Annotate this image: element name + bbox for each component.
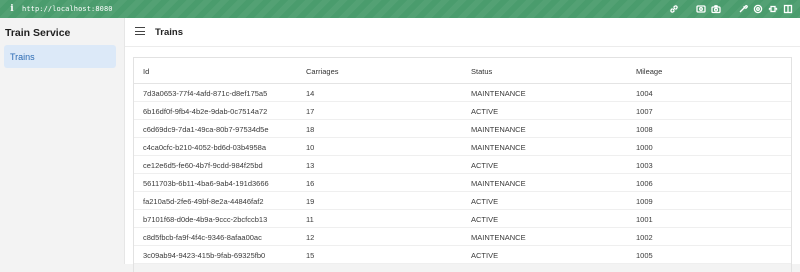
cell-carriages: 10 [306, 143, 315, 152]
cell-id: b7101f68-d0de-4b9a-9ccc-2bcfccb13 [143, 215, 268, 224]
cell-carriages: 12 [306, 233, 315, 242]
browser-toolbar: i http://localhost:8080 [0, 0, 800, 18]
table-row[interactable]: b7101f68-d0de-4b9a-9ccc-2bcfccb13 11 ACTIV… [134, 210, 791, 228]
screenshot-icon[interactable] [695, 3, 707, 15]
cell-id: 5611703b-6b11-4ba6-9ab4-191d3666 [143, 179, 269, 188]
cell-id: c8d5fbcb-fa9f-4f4c-9346-8afaa00ac [143, 233, 262, 242]
cell-id: ce12e6d5-fe60-4b7f-9cdd-984f25bd [143, 161, 263, 170]
cell-status: ACTIVE [471, 251, 499, 260]
sidebar-icon[interactable] [782, 3, 794, 15]
cell-status: MAINTENANCE [471, 125, 526, 134]
cell-status: ACTIVE [471, 197, 499, 206]
cell-carriages: 19 [306, 197, 315, 206]
cell-carriages: 16 [306, 179, 315, 188]
eye-dropper-icon[interactable] [737, 3, 749, 15]
cell-status: MAINTENANCE [471, 233, 526, 242]
table-row[interactable]: c4ca0cfc-b210-4052-bd6d-03b4958a 10 MAINTE… [134, 138, 791, 156]
table-row[interactable]: 7d3a0653-77f4-4afd-871c-d8ef175a5 14 MAINT… [134, 84, 791, 102]
cell-status: MAINTENANCE [471, 143, 526, 152]
main-content: Trains Id Carriages Status Mileage 7d3a0… [125, 18, 800, 272]
cell-carriages: 13 [306, 161, 315, 170]
cell-id: 3c09ab94-9423-415b-9fab-69325fb0 [143, 251, 266, 260]
app-title: Train Service [5, 27, 71, 39]
table-row[interactable]: ce12e6d5-fe60-4b7f-9cdd-984f25bd 13 ACTIVE… [134, 156, 791, 174]
menu-icon[interactable] [135, 27, 145, 37]
gear-icon[interactable] [752, 3, 764, 15]
column-header-carriages[interactable]: Carriages [306, 67, 339, 76]
column-header-mileage[interactable]: Mileage [636, 67, 662, 76]
cell-mileage: 1007 [636, 107, 653, 116]
cell-id: c6d69dc9-7da1-49ca-80b7-97534d5e [143, 125, 269, 134]
grid-header: Id Carriages Status Mileage [134, 58, 791, 84]
cell-id: fa210a5d-2fe6-49bf-8e2a-44846faf2 [143, 197, 264, 206]
column-header-id[interactable]: Id [143, 67, 293, 76]
cell-status: ACTIVE [471, 107, 499, 116]
cell-mileage: 1009 [636, 197, 653, 206]
table-row[interactable]: fa210a5d-2fe6-49bf-8e2a-44846faf2 19 ACTIV… [134, 192, 791, 210]
column-header-status[interactable]: Status [471, 67, 492, 76]
camera-icon[interactable] [710, 3, 722, 15]
table-row[interactable]: 3c09ab94-9423-415b-9fab-69325fb0 15 ACTIVE… [134, 246, 791, 264]
cell-mileage: 1003 [636, 161, 653, 170]
sidebar: Train Service Trains [0, 18, 125, 264]
cell-mileage: 1002 [636, 233, 653, 242]
cell-mileage: 1006 [636, 179, 653, 188]
cell-status: MAINTENANCE [471, 89, 526, 98]
cell-status: ACTIVE [471, 161, 499, 170]
cell-carriages: 15 [306, 251, 315, 260]
sidebar-item-trains[interactable]: Trains [4, 45, 116, 68]
responsive-icon[interactable] [767, 3, 779, 15]
trains-grid[interactable]: Id Carriages Status Mileage 7d3a0653-77f… [133, 57, 792, 272]
cell-status: MAINTENANCE [471, 179, 526, 188]
cell-id: c4ca0cfc-b210-4052-bd6d-03b4958a [143, 143, 267, 152]
cell-carriages: 18 [306, 125, 315, 134]
app-header: Trains [125, 18, 800, 47]
url-bar[interactable]: http://localhost:8080 [22, 5, 113, 13]
cell-carriages: 17 [306, 107, 315, 116]
cell-mileage: 1005 [636, 251, 653, 260]
cell-carriages: 14 [306, 89, 315, 98]
link-icon[interactable] [668, 3, 680, 15]
page-title: Trains [155, 27, 183, 38]
table-row[interactable]: c8d5fbcb-fa9f-4f4c-9346-8afaa00ac 12 MAINT… [134, 228, 791, 246]
table-row[interactable]: 5611703b-6b11-4ba6-9ab4-191d3666 16 MAINTE… [134, 174, 791, 192]
cell-id: 7d3a0653-77f4-4afd-871c-d8ef175a5 [143, 89, 268, 98]
cell-carriages: 11 [306, 215, 314, 224]
cell-id: 6b16df0f-9fb4-4b2e-9dab-0c7514a72 [143, 107, 268, 116]
cell-mileage: 1000 [636, 143, 653, 152]
info-icon[interactable]: i [4, 4, 20, 14]
cell-mileage: 1001 [636, 215, 653, 224]
table-row[interactable]: 6b16df0f-9fb4-4b2e-9dab-0c7514a72 17 ACTIV… [134, 102, 791, 120]
table-row[interactable]: c6d69dc9-7da1-49ca-80b7-97534d5e 18 MAINTE… [134, 120, 791, 138]
cell-mileage: 1008 [636, 125, 653, 134]
cell-mileage: 1004 [636, 89, 653, 98]
cell-status: ACTIVE [471, 215, 499, 224]
